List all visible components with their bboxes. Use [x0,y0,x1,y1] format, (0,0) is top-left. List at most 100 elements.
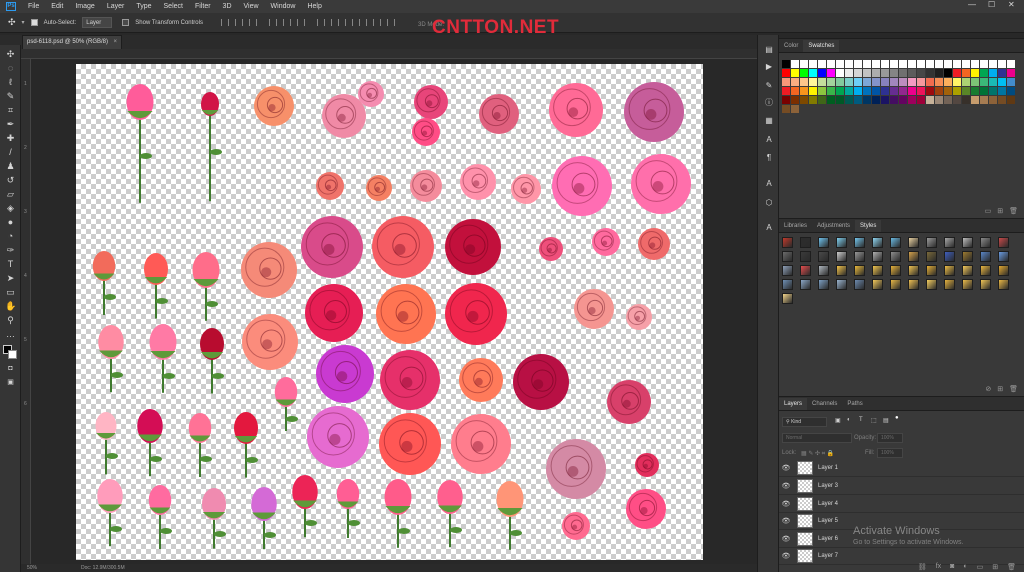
color-swatch[interactable] [872,69,880,77]
color-swatch[interactable] [917,87,925,95]
color-swatch[interactable] [998,96,1006,104]
layer-style-icon[interactable]: fx [936,563,941,571]
character-panel-icon[interactable]: A [764,135,774,145]
stamp-tool-icon[interactable]: ♟ [5,161,16,172]
color-swatch[interactable] [998,60,1006,68]
eraser-tool-icon[interactable]: ▱ [5,189,16,200]
color-swatch[interactable] [782,69,790,77]
dodge-tool-icon[interactable]: ◔ [5,231,16,242]
menu-help[interactable]: Help [301,3,327,10]
delete-layer-icon[interactable]: 🗑 [1007,563,1016,571]
color-swatch[interactable] [836,87,844,95]
style-preset[interactable] [944,237,955,248]
style-preset[interactable] [962,237,973,248]
color-swatch[interactable] [917,69,925,77]
new-style-icon[interactable]: ⊞ [997,385,1003,393]
color-swatch[interactable] [872,87,880,95]
style-preset[interactable] [872,251,883,262]
style-preset[interactable] [818,265,829,276]
filter-type-icon[interactable]: T [859,417,863,423]
properties-panel-icon[interactable]: A [764,223,774,233]
style-preset[interactable] [890,237,901,248]
filter-smart-icon[interactable]: ▤ [883,417,889,424]
color-swatch[interactable] [926,96,934,104]
style-preset[interactable] [926,265,937,276]
color-swatch[interactable] [935,60,943,68]
color-swatch[interactable] [782,87,790,95]
style-preset[interactable] [962,265,973,276]
color-swatch[interactable] [962,96,970,104]
color-swatch[interactable] [980,60,988,68]
color-swatch[interactable] [827,96,835,104]
tab-swatches[interactable]: Swatches [803,40,840,52]
color-swatch[interactable] [944,96,952,104]
color-swatch[interactable] [899,60,907,68]
color-swatch[interactable] [845,96,853,104]
color-swatch[interactable] [809,87,817,95]
color-swatch[interactable] [863,78,871,86]
color-swatch[interactable] [962,87,970,95]
style-preset[interactable] [926,237,937,248]
color-swatch[interactable] [800,78,808,86]
color-swatch[interactable] [818,78,826,86]
color-swatch[interactable] [917,78,925,86]
menu-3d[interactable]: 3D [217,3,238,10]
color-swatch[interactable] [989,60,997,68]
align-middle-icon[interactable] [234,19,243,26]
color-swatch[interactable] [989,78,997,86]
color-swatch[interactable] [845,87,853,95]
shape-tool-icon[interactable]: ▭ [5,287,16,298]
color-swatch[interactable] [971,96,979,104]
color-swatch[interactable] [872,78,880,86]
color-swatch[interactable] [782,78,790,86]
color-swatch[interactable] [818,87,826,95]
new-swatch-icon[interactable]: ⊞ [997,207,1003,215]
tab-styles[interactable]: Styles [855,220,882,232]
align-right-icon[interactable] [296,19,305,26]
style-preset[interactable] [998,279,1009,290]
color-swatch[interactable] [854,87,862,95]
color-swatch[interactable] [791,69,799,77]
style-preset[interactable] [908,265,919,276]
tool-preset-chevron-icon[interactable]: ▾ [22,19,25,26]
document-tab[interactable]: psd-6118.psd @ 50% (RGB/8) × [22,35,122,49]
visibility-eye-icon[interactable]: 👁 [779,552,793,560]
close-tab-icon[interactable]: × [113,36,117,49]
color-swatch[interactable] [863,96,871,104]
color-swatch[interactable] [908,69,916,77]
color-swatch[interactable] [818,69,826,77]
filter-adjustment-icon[interactable]: ◐ [847,417,851,423]
color-swatch[interactable] [944,87,952,95]
glyphs-panel-icon[interactable]: A [764,179,774,189]
color-swatch[interactable] [926,87,934,95]
color-swatch[interactable] [1007,78,1015,86]
color-swatch[interactable] [818,96,826,104]
align-center-icon[interactable] [282,19,291,26]
color-swatch[interactable] [899,87,907,95]
menu-view[interactable]: View [238,3,265,10]
color-swatch[interactable] [836,69,844,77]
style-preset[interactable] [908,251,919,262]
color-swatch[interactable] [953,96,961,104]
filter-pixel-icon[interactable]: ▣ [835,417,841,424]
clear-style-icon[interactable]: ⊘ [985,385,991,393]
color-swatch[interactable] [809,96,817,104]
visibility-eye-icon[interactable]: 👁 [779,517,793,525]
color-swatch[interactable] [953,87,961,95]
color-swatch[interactable] [863,60,871,68]
menu-file[interactable]: File [22,3,45,10]
color-swatch[interactable] [962,78,970,86]
color-swatch[interactable] [899,96,907,104]
quick-select-tool-icon[interactable]: ✎ [5,91,16,102]
color-swatch[interactable] [890,96,898,104]
auto-select-checkbox[interactable] [30,19,38,26]
tab-libraries[interactable]: Libraries [779,220,812,232]
color-swatch[interactable] [782,105,790,113]
color-swatch[interactable] [845,78,853,86]
color-swatch[interactable] [854,96,862,104]
menu-window[interactable]: Window [265,3,302,10]
healing-tool-icon[interactable]: ✚ [5,133,16,144]
style-preset[interactable] [998,237,1009,248]
delete-style-icon[interactable]: 🗑 [1009,385,1018,393]
path-select-tool-icon[interactable]: ➤ [5,273,16,284]
